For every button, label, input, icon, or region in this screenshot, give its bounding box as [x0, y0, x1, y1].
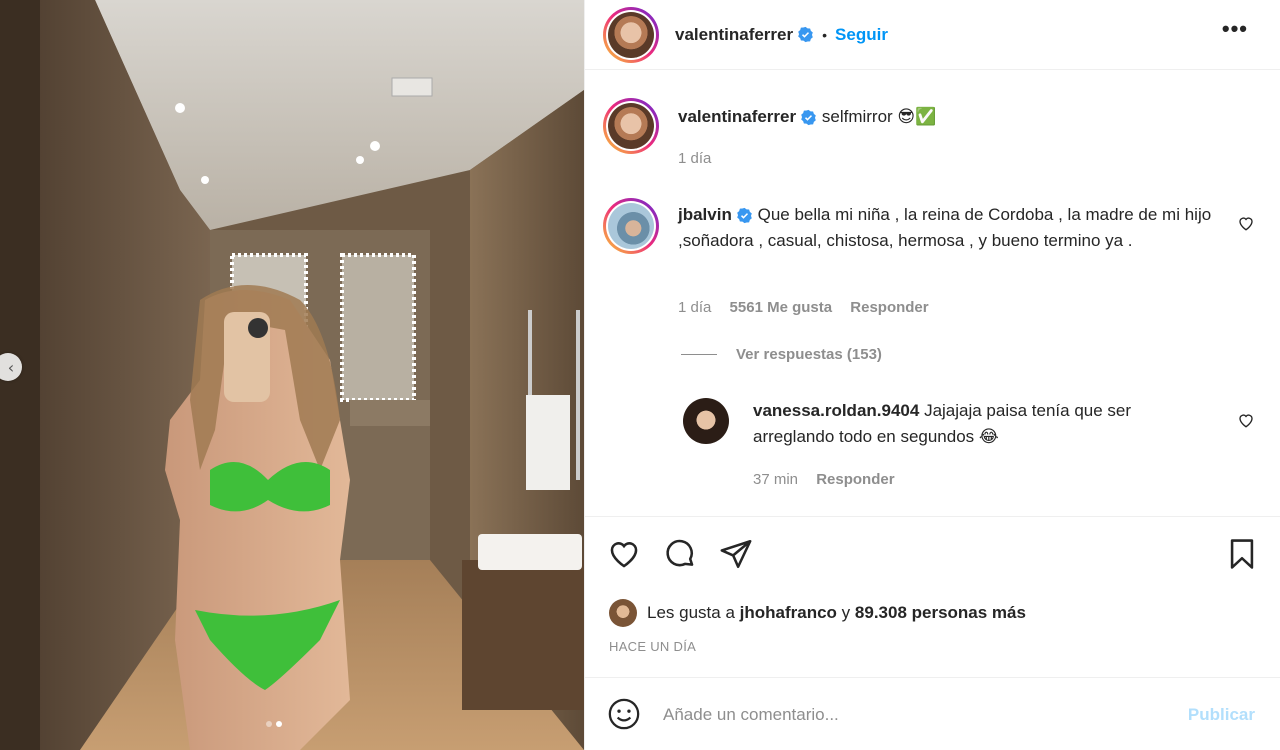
verified-badge-icon [737, 207, 752, 224]
chevron-left-icon: ‹ [7, 357, 15, 377]
reply-time[interactable]: 37 min [753, 471, 798, 488]
comment-time[interactable]: 1 día [678, 299, 711, 316]
comments-list[interactable]: valentinaferrer selfmirror 😎✅ 1 día jbal… [585, 70, 1280, 516]
likes-summary: Les gusta a jhohafranco y 89.308 persona… [609, 599, 1026, 627]
comment-icon[interactable] [663, 537, 697, 571]
comment-text: Que bella mi niña , la reina de Cordoba … [678, 205, 1212, 250]
verified-badge-icon [801, 109, 816, 126]
separator-dot: • [822, 26, 828, 43]
reply-meta: 37 min Responder [753, 471, 909, 488]
caption-time[interactable]: 1 día [678, 150, 711, 167]
post-sidebar: valentinaferrer • Seguir ••• valentinafe… [584, 0, 1280, 750]
comment-like-heart-icon[interactable] [1237, 214, 1255, 232]
author-avatar[interactable] [603, 6, 659, 63]
more-options-icon[interactable]: ••• [1222, 18, 1248, 40]
likes-count-link[interactable]: 89.308 personas más [855, 603, 1026, 623]
carousel-indicator [266, 721, 282, 727]
reply-button[interactable]: Responder [850, 299, 928, 316]
carousel-dot-active [276, 721, 282, 727]
post-actions: Les gusta a jhohafranco y 89.308 persona… [585, 516, 1280, 676]
view-replies-button[interactable]: Ver respuestas (153) [681, 346, 882, 363]
comment-meta: 1 día 5561 Me gusta Responder [678, 299, 943, 316]
caption-meta: 1 día [678, 150, 725, 167]
comment-composer: Publicar [585, 677, 1280, 750]
paper-plane-icon[interactable] [719, 537, 753, 571]
heart-icon[interactable] [607, 537, 641, 571]
reply-like-heart-icon[interactable] [1237, 411, 1255, 429]
publish-button[interactable]: Publicar [1188, 705, 1255, 725]
post-header: valentinaferrer • Seguir ••• [585, 0, 1280, 70]
reply-avatar[interactable] [683, 398, 729, 444]
comment-item: jbalvin Que bella mi niña , la reina de … [603, 198, 1243, 254]
post-photo[interactable]: ‹ [0, 0, 584, 750]
divider-line [681, 354, 717, 355]
bathroom-mirror-selfie-image [0, 0, 584, 750]
smiley-icon[interactable] [607, 697, 641, 731]
reply-item: vanessa.roldan.9404 Jajajaja paisa tenía… [683, 398, 1243, 450]
comment-input[interactable] [663, 700, 1163, 730]
reply-username[interactable]: vanessa.roldan.9404 [753, 401, 919, 420]
verified-badge-icon [798, 26, 813, 43]
caption-text: selfmirror 😎✅ [821, 107, 937, 126]
view-replies-label: Ver respuestas (153) [736, 346, 882, 363]
comment-likes[interactable]: 5561 Me gusta [730, 299, 833, 316]
author-username[interactable]: valentinaferrer [675, 25, 793, 45]
caption-username[interactable]: valentinaferrer [678, 107, 796, 126]
carousel-dot [266, 721, 272, 727]
liker-username[interactable]: jhohafranco [740, 603, 837, 623]
commenter-username[interactable]: jbalvin [678, 205, 732, 224]
caption-avatar[interactable] [603, 98, 659, 154]
reply-reply-button[interactable]: Responder [816, 471, 894, 488]
bookmark-icon[interactable] [1225, 537, 1259, 571]
caption: valentinaferrer selfmirror 😎✅ [603, 98, 936, 154]
commenter-avatar[interactable] [603, 198, 659, 254]
likes-conjunction: y [841, 603, 851, 622]
liker-avatar[interactable] [609, 599, 637, 627]
likes-prefix: Les gusta a [647, 603, 735, 622]
follow-button[interactable]: Seguir [835, 25, 888, 45]
post-time-ago[interactable]: HACE UN DÍA [609, 639, 696, 654]
